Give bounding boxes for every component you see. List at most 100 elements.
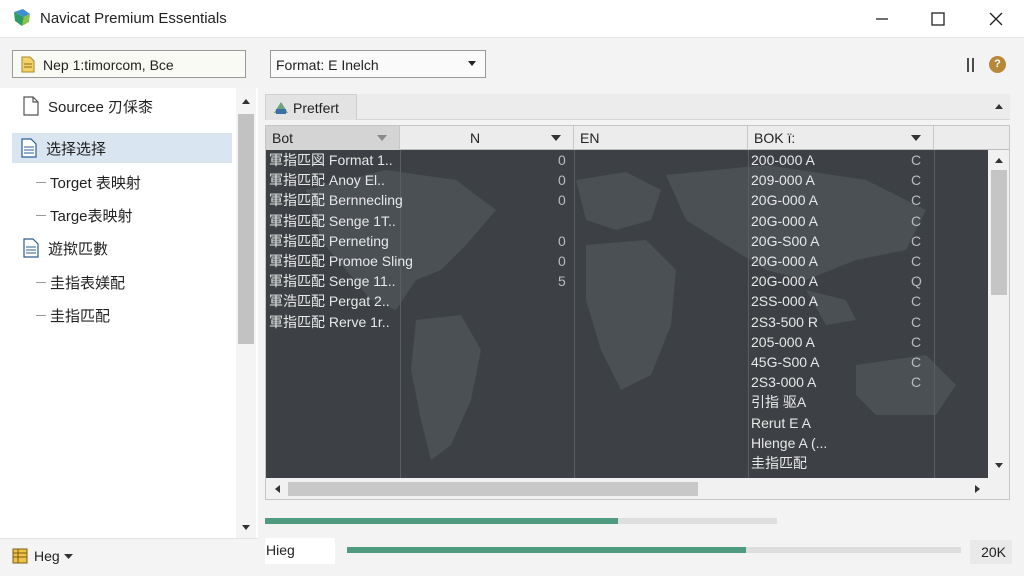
table-cell: 2S3-000 A (751, 374, 817, 391)
tree-item-label: 选择选择 (46, 140, 107, 158)
tree-connector (36, 215, 46, 216)
table-cell: 20G-000 A (751, 212, 818, 229)
maximize-icon (931, 12, 945, 26)
table-cell: Rerut E A (751, 414, 811, 431)
navicat-logo-icon (14, 9, 30, 26)
table-cell: Hlenge A (... (751, 434, 828, 451)
sort-down-icon[interactable] (377, 135, 387, 142)
table-cell: C (911, 253, 922, 269)
status-label-box: Hieg (265, 538, 335, 564)
sidebar-scroll-thumb[interactable] (238, 114, 254, 344)
format-dropdown[interactable]: Format: E Inelch (270, 50, 486, 78)
table-cell: C (911, 313, 922, 330)
sidebar-scrollbar[interactable] (236, 88, 256, 538)
scroll-corner (988, 478, 1009, 499)
tree-item-select[interactable]: 选择选择 (12, 133, 232, 163)
column-header-filler (934, 126, 1009, 150)
sort-down-icon[interactable] (911, 135, 921, 142)
tree-item-target-2[interactable]: Targe表映射 (50, 200, 133, 230)
sort-down-icon[interactable] (551, 135, 561, 142)
title-bar: Navicat Premium Essentials (0, 0, 1024, 38)
mapping-name-field[interactable]: Nep 1:timorcom, Bce (12, 50, 246, 78)
minimize-button[interactable] (860, 4, 904, 34)
table-cell: 205-000 A (751, 333, 815, 350)
table-cell: 0 (558, 232, 566, 249)
tree-item-match[interactable]: 圭指匹配 (50, 300, 110, 330)
table-cell: 20G-S00 A (751, 232, 820, 249)
grid-vertical-scrollbar[interactable] (988, 150, 1009, 478)
table-cell: C (911, 354, 922, 370)
collapse-up-icon[interactable] (994, 102, 1004, 110)
database-icon (12, 548, 28, 564)
help-button[interactable]: ? (989, 56, 1006, 73)
table-cell: 209-000 A (751, 172, 815, 189)
tree-item-field-mapping[interactable]: 遊揿匹數 (22, 233, 108, 263)
table-cell: 0 (558, 192, 566, 209)
scroll-left-icon[interactable] (273, 484, 281, 494)
table-document-icon (21, 138, 37, 158)
grid-vertical-scroll-thumb[interactable] (991, 170, 1007, 295)
tab-preview-label: Pretfert (293, 100, 339, 116)
tab-strip (357, 94, 1010, 120)
tree-connector (36, 315, 46, 316)
overall-progress-fill (265, 518, 619, 524)
grid-header: Bot N EN BOK ï: (266, 126, 1009, 150)
close-button[interactable] (974, 4, 1018, 34)
overall-progress-bar (265, 518, 777, 524)
table-cell: 軍指匹配 Perneting (269, 232, 389, 249)
preview-icon (274, 102, 288, 114)
table-cell: 軍指匹配 Rerve 1r.. (269, 313, 390, 330)
chevron-down-icon (468, 61, 476, 66)
scroll-down-icon[interactable] (241, 524, 251, 532)
tree-item-label: 圭指表媄配 (50, 274, 126, 292)
help-icon: ? (994, 58, 1001, 70)
table-cell: 20G-000 A (751, 253, 818, 269)
table-cell: 引指 驱A (751, 394, 807, 411)
table-cell: 軍指匹配 Senge 11.. (269, 273, 396, 290)
close-icon (989, 12, 1003, 26)
tree-item-source[interactable]: Sourcee 刃倸桼 (22, 91, 153, 121)
status-text: Hieg (266, 542, 295, 558)
table-cell: C (911, 293, 922, 310)
maximize-button[interactable] (916, 4, 960, 34)
tree-connector (36, 282, 46, 283)
column-header[interactable]: Bot (266, 126, 400, 150)
table-cell: 軍指匹配 Senge 1T.. (269, 212, 396, 229)
scroll-up-icon[interactable] (241, 97, 251, 105)
table-cell: C (911, 333, 922, 350)
grid-horizontal-scroll-thumb[interactable] (288, 482, 698, 496)
caret-down-icon[interactable] (64, 554, 73, 560)
table-cell: 0 (558, 152, 566, 168)
table-cell: 20G-000 A (751, 273, 818, 290)
table-cell: 軍指匹図 Format 1.. (269, 152, 393, 168)
table-cell: 20G-000 A (751, 192, 818, 209)
scroll-down-icon[interactable] (994, 462, 1004, 470)
table-cell: C (911, 152, 922, 168)
tree-item-target-1[interactable]: Torget 表映射 (50, 167, 141, 197)
pause-button[interactable] (963, 55, 979, 75)
tree-connector (36, 182, 46, 183)
column-header[interactable]: N (400, 126, 574, 150)
wizard-step-tree: Sourcee 刃倸桼 选择选择 Torget 表映射 Targe表映射 遊揿匹… (0, 88, 258, 538)
column-header[interactable]: EN (574, 126, 748, 150)
document-icon (21, 56, 35, 73)
grid-body: 軍指匹図 Format 1.. 0 200-000 A C 軍指匹配 Anoy El..… (266, 150, 988, 491)
table-cell: C (911, 212, 922, 229)
table-cell: 軍指匹配 Anoy El.. (269, 172, 385, 189)
table-cell: 45G-S00 A (751, 354, 820, 370)
table-cell: 軍指匹配 Bernnecling (269, 192, 403, 209)
sidebar-footer[interactable]: Heg (0, 538, 258, 576)
table-cell: 5 (558, 273, 566, 290)
table-cell: C (911, 192, 922, 209)
table-cell: C (911, 232, 922, 249)
scroll-right-icon[interactable] (974, 484, 982, 494)
scroll-up-icon[interactable] (994, 156, 1004, 164)
table-cell: 0 (558, 253, 566, 269)
table-cell: 200-000 A (751, 152, 815, 168)
grid-horizontal-scrollbar[interactable] (266, 478, 988, 499)
tab-preview[interactable]: Pretfert (265, 94, 357, 120)
table-cell: 軍浩匹配 Pergat 2.. (269, 293, 390, 310)
tree-item-table-match[interactable]: 圭指表媄配 (50, 267, 125, 297)
document-icon (23, 96, 39, 116)
column-header[interactable]: BOK ï: (748, 126, 934, 150)
